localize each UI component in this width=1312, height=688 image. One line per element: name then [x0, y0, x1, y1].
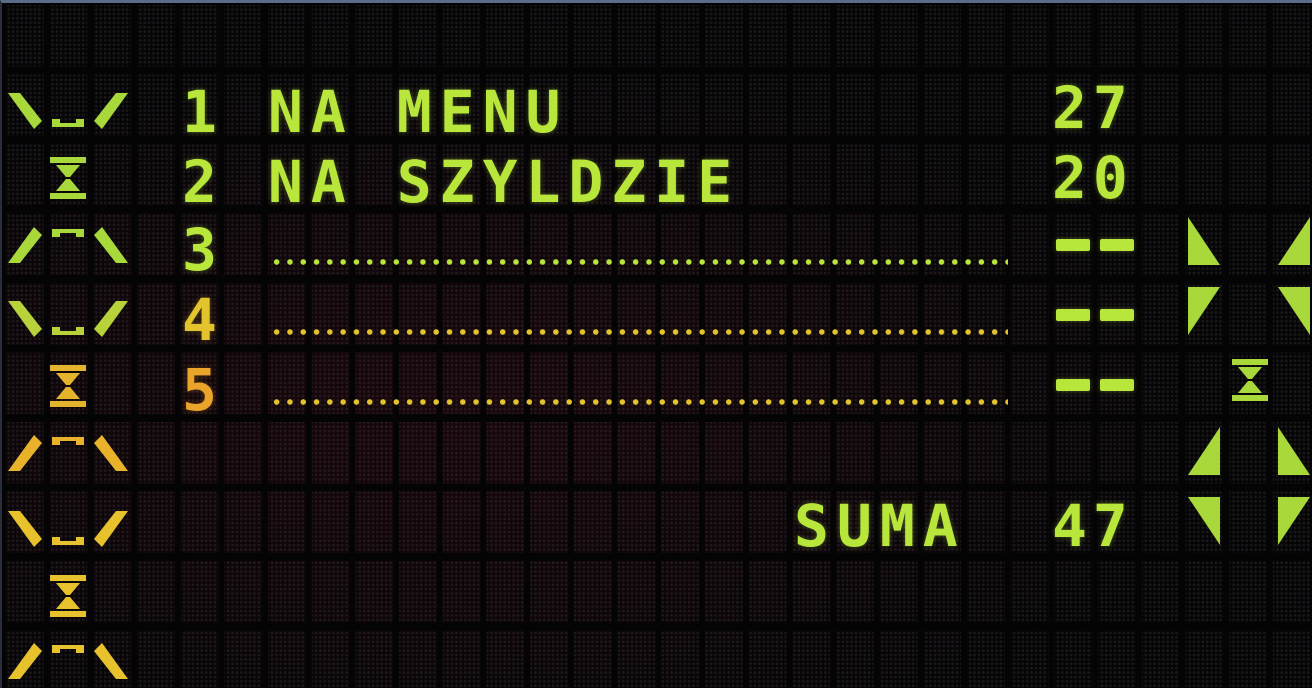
led-display-screen: 1 NA MENU 27 2 NA SZYLDZIE 20 3 4 5 SUMA… — [0, 0, 1312, 688]
chevron-frame-top-icon — [6, 223, 130, 269]
arrow-corner-icons — [1186, 215, 1312, 337]
row-1-number: 1 — [182, 78, 225, 146]
sum-label: SUMA — [794, 492, 966, 560]
row-5-number: 5 — [182, 356, 225, 424]
hourglass-icon — [1230, 357, 1270, 403]
chevron-frame-bottom-icon — [6, 87, 130, 133]
row-1-text: NA MENU — [268, 78, 569, 146]
chevron-frame-bottom-icon — [6, 295, 130, 341]
chevron-frame-top-icon — [6, 431, 130, 477]
sum-value: 47 — [1052, 492, 1134, 560]
hourglass-icon — [48, 573, 88, 619]
row-4-dash-right — [1100, 309, 1134, 321]
hourglass-icon — [48, 363, 88, 409]
row-3-dash-right — [1100, 239, 1134, 251]
chevron-frame-top-icon — [6, 639, 130, 685]
row-1-value: 27 — [1052, 74, 1134, 142]
row-2-value: 20 — [1052, 144, 1134, 212]
row-2-text: NA SZYLDZIE — [268, 148, 741, 216]
chevron-frame-bottom-icon — [6, 505, 130, 551]
row-4-empty-dots — [270, 329, 1008, 335]
row-4-dash-left — [1056, 309, 1090, 321]
row-5-empty-dots — [270, 399, 1008, 405]
row-5-dash-right — [1100, 379, 1134, 391]
hourglass-icon — [48, 155, 88, 201]
row-3-empty-dots — [270, 259, 1008, 265]
row-3-dash-left — [1056, 239, 1090, 251]
row-2-number: 2 — [182, 148, 225, 216]
row-3-number: 3 — [182, 216, 225, 284]
arrow-corner-icons — [1186, 425, 1312, 547]
row-5-dash-left — [1056, 379, 1090, 391]
row-4-number: 4 — [182, 286, 225, 354]
